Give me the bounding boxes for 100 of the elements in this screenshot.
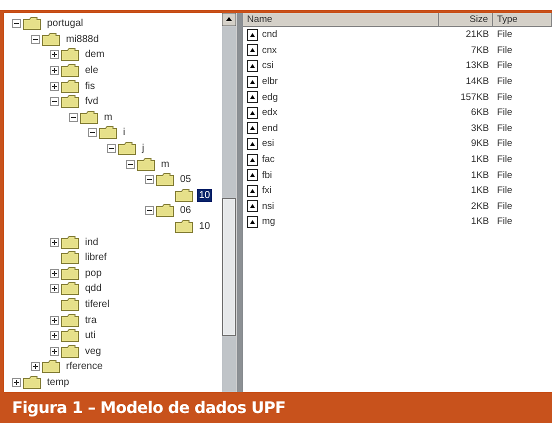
tree-item[interactable]: 10 bbox=[197, 188, 212, 202]
tree-item[interactable]: ind bbox=[83, 236, 100, 249]
tree-item[interactable]: ele bbox=[83, 64, 100, 78]
folder-icon bbox=[61, 298, 79, 311]
expand-toggle-icon[interactable] bbox=[69, 112, 78, 122]
expand-toggle-icon[interactable] bbox=[31, 34, 40, 44]
file-name[interactable]: mg bbox=[262, 216, 276, 228]
file-name[interactable]: cnd bbox=[262, 29, 278, 40]
file-type: File bbox=[497, 185, 512, 196]
tree-item[interactable]: tra bbox=[83, 314, 99, 327]
tree-item[interactable]: veg bbox=[83, 344, 104, 358]
expand-toggle-icon[interactable] bbox=[50, 66, 59, 76]
tree-item[interactable]: i bbox=[121, 126, 128, 140]
tree-item[interactable]: libref bbox=[83, 251, 109, 264]
file-icon bbox=[247, 28, 258, 41]
file-name[interactable]: elbr bbox=[262, 76, 278, 88]
file-name[interactable]: cnx bbox=[262, 44, 277, 56]
file-type: File bbox=[497, 200, 512, 212]
scrollbar-thumb[interactable] bbox=[222, 198, 236, 336]
file-type: File bbox=[497, 44, 512, 56]
tree-item[interactable]: uti bbox=[83, 329, 98, 342]
file-size: 14KB bbox=[466, 76, 489, 88]
file-icon bbox=[247, 184, 258, 197]
expand-toggle-icon[interactable] bbox=[107, 144, 116, 154]
tree-item[interactable]: m bbox=[159, 158, 172, 171]
expand-toggle-icon[interactable] bbox=[50, 316, 59, 325]
expand-toggle-icon[interactable] bbox=[88, 128, 97, 138]
file-name[interactable]: edx bbox=[262, 107, 278, 118]
file-name[interactable]: esi bbox=[262, 138, 274, 150]
expand-toggle-icon[interactable] bbox=[50, 284, 59, 294]
file-size: 7KB bbox=[471, 44, 489, 56]
folder-icon bbox=[80, 110, 98, 124]
expand-toggle-icon[interactable] bbox=[50, 346, 59, 356]
folder-icon bbox=[61, 282, 79, 296]
file-name[interactable]: fxi bbox=[262, 185, 272, 196]
tree-item[interactable]: tiferel bbox=[83, 298, 112, 311]
expand-toggle-icon[interactable] bbox=[50, 268, 59, 278]
file-icon bbox=[247, 106, 258, 119]
tree-item[interactable]: temp bbox=[45, 376, 72, 389]
tree-item[interactable]: pop bbox=[83, 266, 104, 280]
expand-toggle-icon[interactable] bbox=[145, 175, 154, 184]
column-header[interactable]: Name bbox=[243, 13, 439, 26]
folder-icon bbox=[61, 251, 79, 264]
expand-toggle-icon[interactable] bbox=[31, 362, 40, 372]
file-size: 13KB bbox=[466, 60, 489, 72]
file-name[interactable]: csi bbox=[262, 60, 274, 72]
tree-item[interactable]: j bbox=[140, 142, 146, 156]
file-icon bbox=[247, 154, 258, 166]
tree-item[interactable]: qdd bbox=[83, 282, 104, 296]
tree-item[interactable]: rference bbox=[64, 360, 105, 374]
file-size: 1KB bbox=[471, 154, 489, 166]
file-icon bbox=[247, 122, 258, 134]
file-name[interactable]: fbi bbox=[262, 170, 272, 181]
expand-toggle-icon[interactable] bbox=[12, 378, 21, 387]
file-size: 1KB bbox=[471, 170, 489, 181]
tree-item[interactable]: mi888d bbox=[64, 32, 101, 46]
file-icon bbox=[247, 60, 258, 72]
file-name[interactable]: nsi bbox=[262, 200, 274, 212]
tree-item[interactable]: fvd bbox=[83, 95, 100, 108]
file-icon bbox=[247, 76, 258, 88]
file-name[interactable]: edg bbox=[262, 92, 278, 103]
file-icon bbox=[247, 169, 258, 182]
file-type: File bbox=[497, 76, 512, 88]
file-size: 21KB bbox=[466, 29, 489, 40]
tree-item[interactable]: 06 bbox=[178, 204, 194, 218]
folder-icon bbox=[42, 360, 60, 374]
column-header[interactable]: Size bbox=[439, 13, 493, 26]
tree-item[interactable]: m bbox=[102, 110, 114, 124]
scroll-up-button[interactable] bbox=[222, 13, 236, 26]
tree-item[interactable]: 05 bbox=[178, 173, 194, 186]
folder-icon bbox=[61, 344, 79, 358]
file-name[interactable]: fac bbox=[262, 154, 275, 166]
file-type: File bbox=[497, 60, 512, 72]
folder-icon bbox=[175, 188, 193, 202]
file-size: 1KB bbox=[471, 185, 489, 196]
expand-toggle-icon[interactable] bbox=[50, 97, 59, 106]
tree-item[interactable]: portugal bbox=[45, 17, 86, 30]
expand-toggle-icon[interactable] bbox=[12, 19, 21, 28]
file-name[interactable]: end bbox=[262, 122, 278, 134]
expand-toggle-icon[interactable] bbox=[50, 238, 59, 247]
file-type: File bbox=[497, 154, 512, 166]
column-header[interactable]: Type bbox=[493, 13, 552, 26]
file-size: 9KB bbox=[471, 138, 489, 150]
folder-icon bbox=[156, 204, 174, 218]
expand-toggle-icon[interactable] bbox=[50, 50, 59, 60]
expand-toggle-icon[interactable] bbox=[145, 206, 154, 216]
file-icon bbox=[247, 216, 258, 228]
folder-icon bbox=[61, 329, 79, 342]
expand-toggle-icon[interactable] bbox=[50, 82, 59, 91]
tree-item[interactable]: fis bbox=[83, 80, 97, 93]
tree-item[interactable]: 10 bbox=[197, 220, 212, 234]
tree-item[interactable]: dem bbox=[83, 48, 106, 62]
file-size: 2KB bbox=[471, 200, 489, 212]
folder-icon bbox=[23, 376, 41, 389]
folder-icon bbox=[61, 64, 79, 78]
expand-toggle-icon[interactable] bbox=[50, 331, 59, 340]
file-icon bbox=[247, 91, 258, 104]
folder-icon bbox=[118, 142, 136, 156]
expand-toggle-icon[interactable] bbox=[126, 160, 135, 169]
file-size: 1KB bbox=[471, 216, 489, 228]
